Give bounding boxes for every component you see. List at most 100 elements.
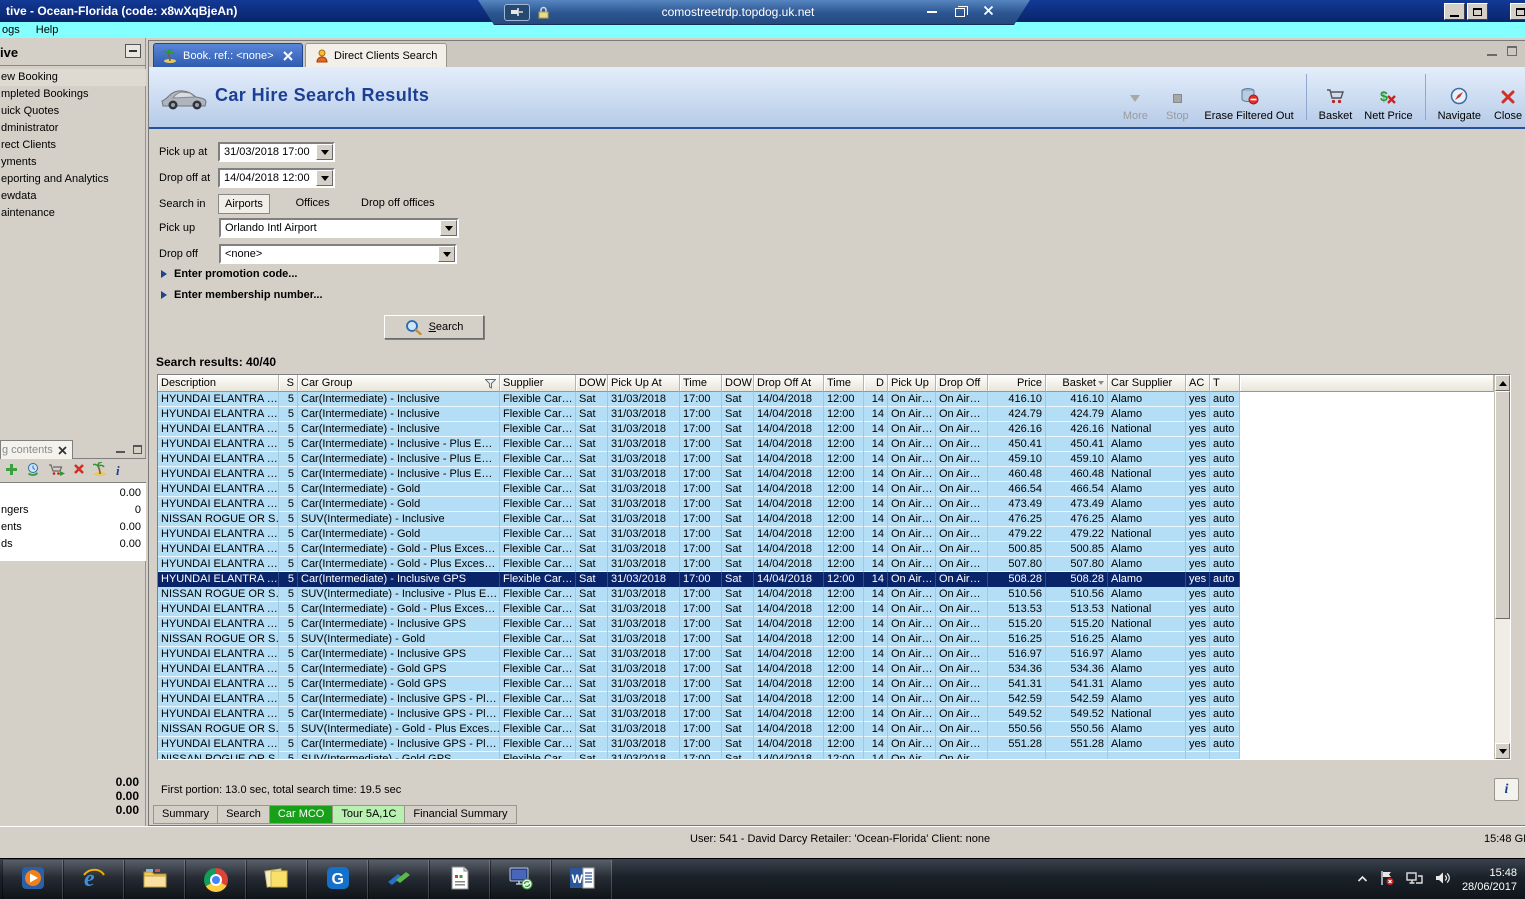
- bottom-tab-car-mco[interactable]: Car MCO: [270, 805, 333, 824]
- column-header-dow[interactable]: DOW: [722, 375, 754, 392]
- rdp-close-icon[interactable]: [983, 5, 994, 19]
- table-row[interactable]: HYUNDAI ELANTRA …5Car(Intermediate) - Go…: [158, 497, 1494, 512]
- table-row[interactable]: HYUNDAI ELANTRA …5Car(Intermediate) - Go…: [158, 662, 1494, 677]
- palm-icon[interactable]: [93, 462, 108, 479]
- menu-help[interactable]: Help: [36, 24, 59, 36]
- taskbar-sage[interactable]: [368, 860, 429, 899]
- table-row[interactable]: NISSAN ROGUE OR S…5SUV(Intermediate) - G…: [158, 722, 1494, 737]
- panel-maximize-icon[interactable]: [133, 445, 142, 454]
- table-row[interactable]: HYUNDAI ELANTRA …5Car(Intermediate) - In…: [158, 437, 1494, 452]
- filter-icon[interactable]: [485, 378, 496, 392]
- close-button[interactable]: Close: [1493, 89, 1523, 122]
- column-header-pick-up-at[interactable]: Pick Up At: [608, 375, 680, 392]
- table-row[interactable]: HYUNDAI ELANTRA …5Car(Intermediate) - Go…: [158, 602, 1494, 617]
- sidebar-item-ew-booking[interactable]: ew Booking: [0, 69, 146, 86]
- taskbar-chrome[interactable]: [185, 860, 246, 899]
- table-row[interactable]: HYUNDAI ELANTRA …5Car(Intermediate) - In…: [158, 392, 1494, 407]
- pickup-at-input[interactable]: 31/03/2018 17:00: [218, 142, 335, 162]
- basket-button[interactable]: Basket: [1319, 87, 1353, 122]
- table-row[interactable]: HYUNDAI ELANTRA …5Car(Intermediate) - Go…: [158, 482, 1494, 497]
- nett-price-button[interactable]: $Nett Price: [1364, 87, 1412, 122]
- column-header-drop-off[interactable]: Drop Off: [936, 375, 988, 392]
- add-icon[interactable]: [5, 463, 18, 479]
- table-row[interactable]: HYUNDAI ELANTRA …5Car(Intermediate) - In…: [158, 452, 1494, 467]
- taskbar-file-explorer[interactable]: [124, 860, 185, 899]
- taskbar-word[interactable]: W: [551, 860, 612, 899]
- column-header-basket[interactable]: Basket: [1046, 375, 1108, 392]
- volume-icon[interactable]: [1435, 871, 1451, 888]
- taskbar-sticky-notes[interactable]: [246, 860, 307, 899]
- scroll-up-button[interactable]: [1495, 375, 1510, 391]
- window-restore-button[interactable]: [1467, 3, 1488, 20]
- taskbar-start[interactable]: [2, 860, 63, 899]
- table-row[interactable]: HYUNDAI ELANTRA …5Car(Intermediate) - In…: [158, 617, 1494, 632]
- table-row[interactable]: NISSAN ROGUE OR S…5SUV(Intermediate) - I…: [158, 587, 1494, 602]
- table-row[interactable]: HYUNDAI ELANTRA …5Car(Intermediate) - In…: [158, 647, 1494, 662]
- taskbar-internet-explorer[interactable]: e: [63, 860, 124, 899]
- sidebar-item-eporting-and-analytics[interactable]: eporting and Analytics: [0, 171, 146, 188]
- column-header-dow[interactable]: DOW: [576, 375, 608, 392]
- mdi-minimize-icon[interactable]: [1487, 54, 1497, 56]
- dropoff-location-select[interactable]: <none>: [219, 244, 457, 264]
- window-minimize-button[interactable]: [1444, 3, 1465, 20]
- vertical-scrollbar[interactable]: [1494, 375, 1510, 759]
- dropdown-arrow-icon[interactable]: [438, 246, 455, 262]
- dropdown-arrow-icon[interactable]: [316, 144, 333, 160]
- pin-icon[interactable]: [504, 4, 530, 21]
- rdp-minimize-icon[interactable]: [927, 11, 937, 13]
- menu-ogs[interactable]: ogs: [2, 24, 20, 36]
- tab-close-icon[interactable]: [283, 51, 293, 61]
- sidebar-item-yments[interactable]: yments: [0, 154, 146, 171]
- refresh-icon[interactable]: [26, 462, 40, 479]
- network-icon[interactable]: [1406, 871, 1424, 889]
- membership-number-expander[interactable]: Enter membership number...: [161, 289, 323, 301]
- action-center-flag-icon[interactable]: [1379, 870, 1395, 889]
- sidebar-item-uick-quotes[interactable]: uick Quotes: [0, 103, 146, 120]
- column-header-supplier[interactable]: Supplier: [500, 375, 576, 392]
- column-header-pick-up[interactable]: Pick Up: [888, 375, 936, 392]
- taskbar-g-app[interactable]: G: [307, 860, 368, 899]
- search-button[interactable]: Search: [384, 315, 484, 339]
- dropdown-arrow-icon[interactable]: [316, 170, 333, 186]
- table-row[interactable]: HYUNDAI ELANTRA …5Car(Intermediate) - Go…: [158, 542, 1494, 557]
- taskbar-remote-desktop[interactable]: [490, 860, 551, 899]
- sidebar-item-mpleted-bookings[interactable]: mpleted Bookings: [0, 86, 146, 103]
- column-header-price[interactable]: Price: [988, 375, 1046, 392]
- sidebar-item-ewdata[interactable]: ewdata: [0, 188, 146, 205]
- bottom-tab-search[interactable]: Search: [218, 805, 270, 824]
- table-row[interactable]: HYUNDAI ELANTRA …5Car(Intermediate) - In…: [158, 737, 1494, 752]
- table-row[interactable]: NISSAN ROGUE OR S…5SUV(Intermediate) - I…: [158, 512, 1494, 527]
- promotion-code-expander[interactable]: Enter promotion code...: [161, 268, 297, 280]
- column-header-t[interactable]: T: [1210, 375, 1240, 392]
- table-row[interactable]: HYUNDAI ELANTRA …5Car(Intermediate) - In…: [158, 422, 1494, 437]
- table-row[interactable]: HYUNDAI ELANTRA …5Car(Intermediate) - Go…: [158, 677, 1494, 692]
- table-row[interactable]: HYUNDAI ELANTRA …5Car(Intermediate) - In…: [158, 407, 1494, 422]
- search-in-drop-off-offices[interactable]: Drop off offices: [355, 194, 441, 212]
- dropdown-arrow-icon[interactable]: [440, 220, 457, 236]
- table-row[interactable]: HYUNDAI ELANTRA …5Car(Intermediate) - In…: [158, 467, 1494, 482]
- table-row[interactable]: HYUNDAI ELANTRA …5Car(Intermediate) - In…: [158, 572, 1494, 587]
- info-button[interactable]: i: [1494, 778, 1519, 801]
- panel-minimize-icon[interactable]: [116, 451, 125, 453]
- tab-book-ref-none[interactable]: Book. ref.: <none>: [153, 43, 303, 67]
- close-icon[interactable]: [58, 446, 67, 455]
- search-in-airports[interactable]: Airports: [218, 194, 270, 214]
- tab-direct-clients-search[interactable]: Direct Clients Search: [305, 43, 447, 67]
- mdi-maximize-icon[interactable]: [1507, 46, 1517, 56]
- sidebar-item-dministrator[interactable]: dministrator: [0, 120, 146, 137]
- table-row[interactable]: HYUNDAI ELANTRA …5Car(Intermediate) - Go…: [158, 527, 1494, 542]
- scrollbar-thumb[interactable]: [1495, 391, 1510, 619]
- tray-chevron-icon[interactable]: [1357, 874, 1368, 886]
- clock[interactable]: 15:48 28/06/2017: [1462, 866, 1521, 894]
- column-header-time[interactable]: Time: [824, 375, 864, 392]
- column-header-ac[interactable]: AC: [1186, 375, 1210, 392]
- bottom-tab-summary[interactable]: Summary: [153, 805, 218, 824]
- table-row[interactable]: NISSAN ROGUE OR S…5SUV(Intermediate) - G…: [158, 752, 1494, 759]
- sidebar-item-aintenance[interactable]: aintenance: [0, 205, 146, 222]
- table-row[interactable]: HYUNDAI ELANTRA …5Car(Intermediate) - Go…: [158, 557, 1494, 572]
- window-close-button[interactable]: [1510, 3, 1525, 20]
- column-header-drop-off-at[interactable]: Drop Off At: [754, 375, 824, 392]
- dropoff-at-input[interactable]: 14/04/2018 12:00: [218, 168, 335, 188]
- info-icon[interactable]: i: [116, 463, 120, 479]
- pickup-location-select[interactable]: Orlando Intl Airport: [219, 218, 459, 238]
